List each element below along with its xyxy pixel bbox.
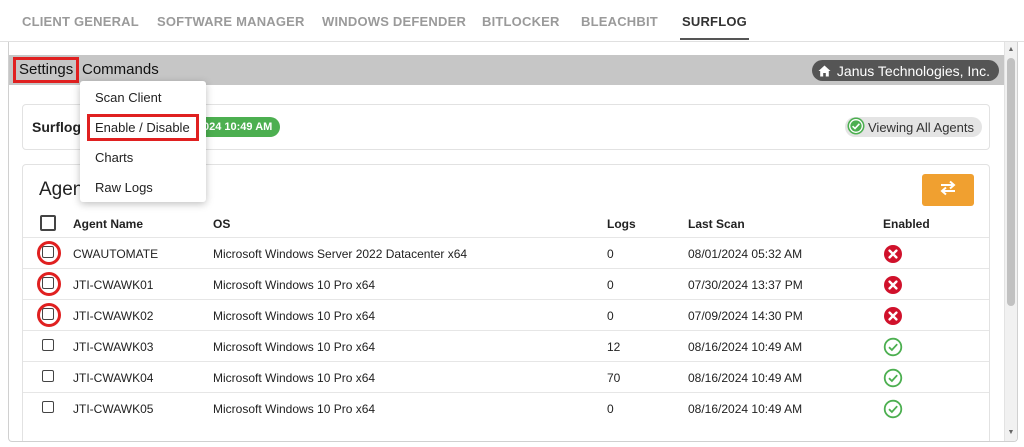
home-icon xyxy=(818,65,831,77)
commands-menu[interactable]: Commands xyxy=(82,61,159,78)
disabled-x-icon xyxy=(883,275,903,295)
menu-item-raw-logs[interactable]: Raw Logs xyxy=(95,180,153,195)
agent-last-scan: 08/16/2024 10:49 AM xyxy=(688,340,803,354)
agent-last-scan: 07/30/2024 13:37 PM xyxy=(688,278,803,292)
col-agent-name[interactable]: Agent Name xyxy=(73,217,143,231)
tab-bleachbit[interactable]: BLEACHBIT xyxy=(581,14,658,29)
scroll-down-icon[interactable]: ▼ xyxy=(1005,427,1017,439)
select-all-checkbox[interactable] xyxy=(40,215,56,231)
agent-os: Microsoft Windows 10 Pro x64 xyxy=(213,371,376,385)
agents-table: Agent Name OS Logs Last Scan Enabled CWA… xyxy=(23,211,989,423)
row-checkbox[interactable] xyxy=(42,370,54,382)
last-sync-time: 024 10:49 AM xyxy=(199,117,281,137)
tab-client-general[interactable]: CLIENT GENERAL xyxy=(22,14,139,29)
disabled-x-icon xyxy=(883,306,903,326)
agent-last-scan: 08/16/2024 10:49 AM xyxy=(688,402,803,416)
menu-item-scan-client[interactable]: Scan Client xyxy=(95,90,161,105)
highlight-ring xyxy=(37,303,61,327)
agent-os: Microsoft Windows 10 Pro x64 xyxy=(213,278,376,292)
col-logs[interactable]: Logs xyxy=(607,217,636,231)
agent-name: JTI-CWAWK02 xyxy=(73,309,154,323)
agent-logs: 12 xyxy=(607,340,621,354)
tab-bar: CLIENT GENERAL SOFTWARE MANAGER WINDOWS … xyxy=(0,0,1024,42)
row-checkbox[interactable] xyxy=(42,339,54,351)
col-enabled[interactable]: Enabled xyxy=(883,217,930,231)
menu-item-charts[interactable]: Charts xyxy=(95,150,133,165)
agent-name: CWAUTOMATE xyxy=(73,247,159,261)
col-os[interactable]: OS xyxy=(213,217,230,231)
surflog-title: Surflog xyxy=(32,119,81,135)
agent-logs: 0 xyxy=(607,402,614,416)
table-row[interactable]: CWAUTOMATE Microsoft Windows Server 2022 … xyxy=(23,237,989,268)
agent-os: Microsoft Windows 10 Pro x64 xyxy=(213,340,376,354)
agent-logs: 0 xyxy=(607,278,614,292)
agents-title: Agen xyxy=(39,179,84,200)
row-checkbox[interactable] xyxy=(37,272,61,296)
agents-card: Agen Agent Name OS Logs Last Scan Enable… xyxy=(22,164,990,441)
last-sync-badge: 024 10:49 AM Last Sync xyxy=(199,117,346,137)
table-row[interactable]: JTI-CWAWK03 Microsoft Windows 10 Pro x64 1… xyxy=(23,330,989,361)
agent-name: JTI-CWAWK03 xyxy=(73,340,154,354)
check-circle-icon xyxy=(847,117,865,138)
row-checkbox[interactable] xyxy=(42,401,54,413)
table-row[interactable]: JTI-CWAWK02 Microsoft Windows 10 Pro x64 0… xyxy=(23,299,989,330)
swap-arrows-icon xyxy=(939,180,957,201)
agent-last-scan: 08/16/2024 10:49 AM xyxy=(688,371,803,385)
company-name: Janus Technologies, Inc. xyxy=(836,62,990,79)
agent-os: Microsoft Windows Server 2022 Datacenter… xyxy=(213,247,468,261)
agent-os: Microsoft Windows 10 Pro x64 xyxy=(213,402,376,416)
swap-button[interactable] xyxy=(922,174,974,206)
last-sync-label: Last Sync xyxy=(270,117,346,137)
scrollbar[interactable]: ▲ ▼ xyxy=(1004,42,1017,441)
table-row[interactable]: JTI-CWAWK04 Microsoft Windows 10 Pro x64 7… xyxy=(23,361,989,392)
agent-name: JTI-CWAWK05 xyxy=(73,402,154,416)
tab-windows-defender[interactable]: WINDOWS DEFENDER xyxy=(322,14,466,29)
agent-os: Microsoft Windows 10 Pro x64 xyxy=(213,309,376,323)
enabled-check-icon xyxy=(883,337,903,357)
enabled-check-icon xyxy=(883,399,903,419)
menu-item-enable-disable[interactable]: Enable / Disable xyxy=(95,120,190,135)
scroll-up-icon[interactable]: ▲ xyxy=(1005,44,1017,56)
tab-bitlocker[interactable]: BITLOCKER xyxy=(482,14,560,29)
table-header: Agent Name OS Logs Last Scan Enabled xyxy=(23,211,989,237)
row-checkbox[interactable] xyxy=(37,241,61,265)
agent-last-scan: 08/01/2024 05:32 AM xyxy=(688,247,803,261)
scroll-thumb[interactable] xyxy=(1007,58,1015,306)
company-badge: Janus Technologies, Inc. xyxy=(811,60,999,81)
table-row[interactable]: JTI-CWAWK01 Microsoft Windows 10 Pro x64 0… xyxy=(23,268,989,299)
agent-logs: 70 xyxy=(607,371,621,385)
settings-menu[interactable]: Settings xyxy=(13,57,80,83)
settings-dropdown: Scan Client Enable / Disable Charts Raw … xyxy=(80,81,206,202)
viewing-agents-badge: Viewing All Agents xyxy=(845,117,982,137)
table-row[interactable]: JTI-CWAWK05 Microsoft Windows 10 Pro x64 0… xyxy=(23,392,989,423)
col-last-scan[interactable]: Last Scan xyxy=(688,217,745,231)
disabled-x-icon xyxy=(883,244,903,264)
highlight-ring xyxy=(37,272,61,296)
tab-software-manager[interactable]: SOFTWARE MANAGER xyxy=(157,14,305,29)
row-checkbox[interactable] xyxy=(37,303,61,327)
viewing-agents-label: Viewing All Agents xyxy=(868,119,974,135)
enabled-check-icon xyxy=(883,368,903,388)
agent-logs: 0 xyxy=(607,247,614,261)
agent-last-scan: 07/09/2024 14:30 PM xyxy=(688,309,803,323)
tab-surflog[interactable]: SURFLOG xyxy=(680,14,749,40)
agent-logs: 0 xyxy=(607,309,614,323)
agent-name: JTI-CWAWK04 xyxy=(73,371,154,385)
agent-name: JTI-CWAWK01 xyxy=(73,278,154,292)
highlight-ring xyxy=(37,241,61,265)
